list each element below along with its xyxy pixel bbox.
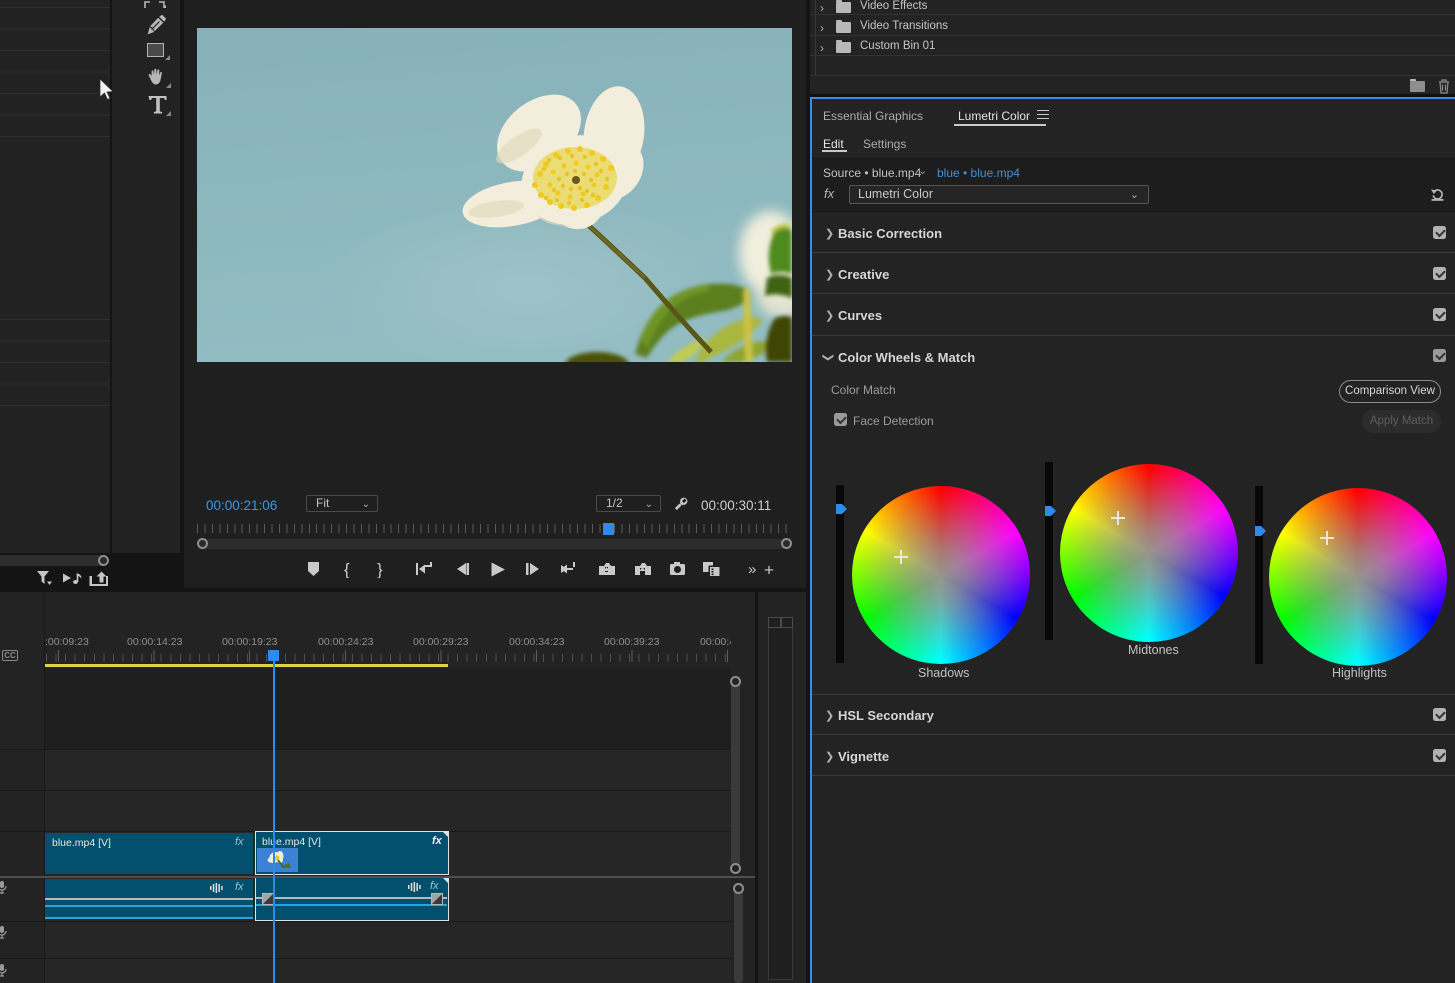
svg-text:{: {	[344, 560, 350, 578]
svg-text:}: }	[377, 560, 383, 578]
svg-text:+: +	[764, 561, 774, 579]
svg-text:»: »	[748, 561, 756, 578]
